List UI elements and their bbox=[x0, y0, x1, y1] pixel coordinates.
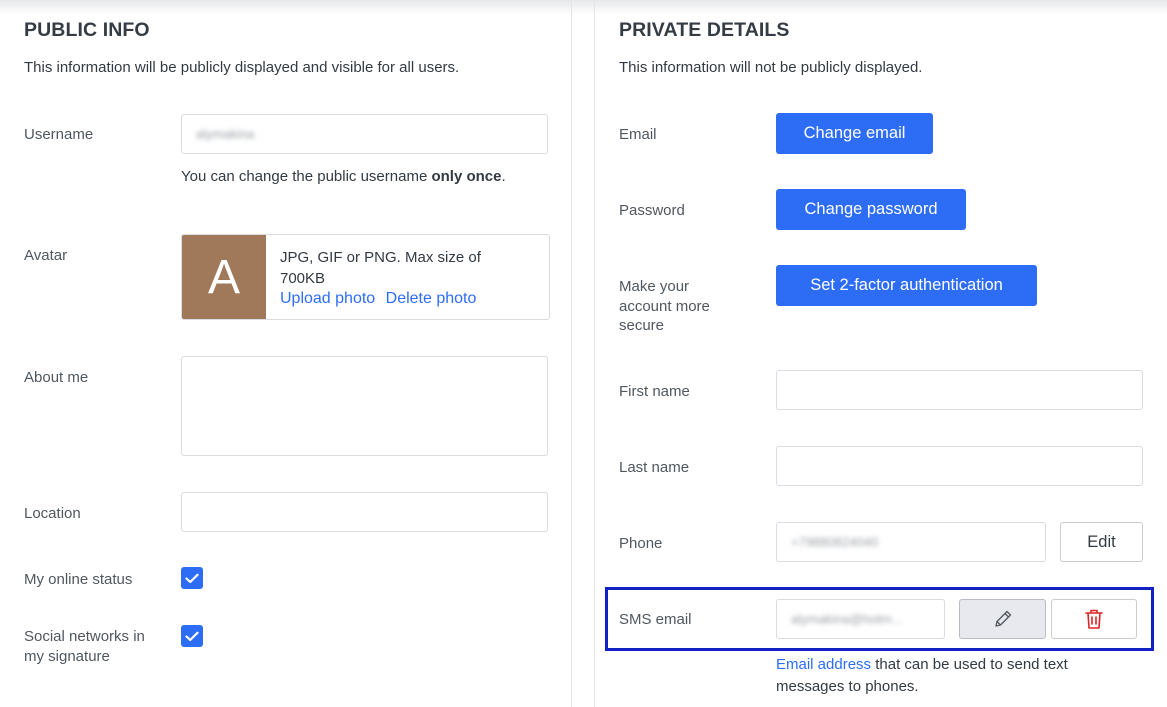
public-info-subtitle: This information will be publicly displa… bbox=[24, 59, 460, 76]
avatar-info: JPG, GIF or PNG. Max size of 700KB bbox=[280, 247, 481, 289]
avatar-box: A JPG, GIF or PNG. Max size of 700KB Upl… bbox=[181, 234, 550, 320]
phone-label: Phone bbox=[619, 535, 663, 552]
username-label: Username bbox=[24, 126, 94, 143]
change-password-button[interactable]: Change password bbox=[776, 189, 966, 230]
check-icon bbox=[185, 631, 199, 641]
last-name-input[interactable] bbox=[776, 446, 1143, 486]
private-details-subtitle: This information will not be publicly di… bbox=[619, 59, 923, 76]
username-hint: You can change the public username only … bbox=[181, 168, 506, 185]
email-address-link[interactable]: Email address bbox=[776, 656, 871, 673]
location-input[interactable] bbox=[181, 492, 548, 532]
phone-value: +79880824040 bbox=[791, 534, 879, 550]
sms-email-help: Email address that can be used to send t… bbox=[776, 654, 1068, 698]
email-label: Email bbox=[619, 126, 657, 143]
delete-photo-link[interactable]: Delete photo bbox=[386, 290, 477, 307]
column-divider-left bbox=[571, 0, 572, 707]
avatar-actions: Upload photo Delete photo bbox=[280, 290, 476, 308]
username-hint-text: You can change the public username bbox=[181, 168, 432, 185]
two-factor-button[interactable]: Set 2-factor authentication bbox=[776, 265, 1037, 306]
check-icon bbox=[185, 573, 199, 583]
username-input[interactable]: alymakina bbox=[181, 114, 548, 154]
security-label-line1: Make your bbox=[619, 278, 690, 295]
first-name-input[interactable] bbox=[776, 370, 1143, 410]
sms-email-help-line1: that can be used to send text bbox=[871, 656, 1068, 673]
social-networks-label: Social networks in my signature bbox=[24, 627, 145, 666]
online-status-checkbox[interactable] bbox=[181, 567, 203, 589]
social-networks-label-line2: my signature bbox=[24, 647, 110, 665]
security-label-line2: account more bbox=[619, 297, 710, 315]
phone-edit-button[interactable]: Edit bbox=[1060, 522, 1143, 562]
social-networks-checkbox[interactable] bbox=[181, 625, 203, 647]
avatar-label: Avatar bbox=[24, 247, 68, 264]
location-label: Location bbox=[24, 505, 81, 522]
first-name-label: First name bbox=[619, 383, 690, 400]
column-divider-right bbox=[594, 0, 595, 707]
online-status-label: My online status bbox=[24, 571, 133, 588]
security-label-line3: secure bbox=[619, 317, 665, 334]
social-networks-label-line1: Social networks in bbox=[24, 628, 145, 645]
security-label: Make your account more secure bbox=[619, 277, 710, 336]
private-details-title: PRIVATE DETAILS bbox=[619, 19, 790, 41]
sms-email-highlight-frame bbox=[605, 587, 1154, 651]
username-hint-period: . bbox=[501, 168, 506, 185]
about-me-textarea[interactable] bbox=[181, 356, 548, 456]
upload-photo-link[interactable]: Upload photo bbox=[280, 290, 375, 307]
top-shadow bbox=[0, 0, 1167, 14]
sms-email-help-line2: messages to phones. bbox=[776, 678, 919, 695]
last-name-label: Last name bbox=[619, 459, 690, 476]
avatar: A bbox=[182, 235, 266, 319]
avatar-info-line1: JPG, GIF or PNG. Max size of bbox=[280, 249, 481, 266]
phone-input[interactable]: +79880824040 bbox=[776, 522, 1046, 562]
username-hint-emphasis: only once bbox=[431, 168, 502, 185]
username-value: alymakina bbox=[196, 126, 255, 142]
avatar-letter: A bbox=[207, 250, 240, 304]
password-label: Password bbox=[619, 202, 685, 219]
avatar-info-line2: 700KB bbox=[280, 270, 326, 287]
about-me-label: About me bbox=[24, 369, 89, 386]
change-email-button[interactable]: Change email bbox=[776, 113, 933, 154]
public-info-title: PUBLIC INFO bbox=[24, 19, 150, 41]
